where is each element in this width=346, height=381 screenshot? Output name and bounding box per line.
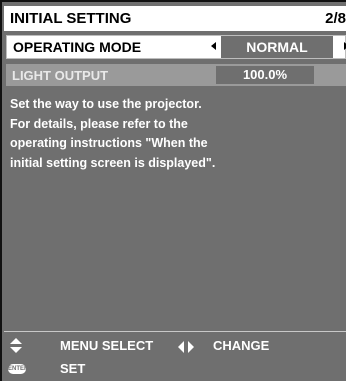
light-output-label: LIGHT OUTPUT	[12, 68, 109, 83]
change-label: CHANGE	[213, 338, 270, 353]
footer-divider	[4, 331, 346, 332]
description-line: operating instructions "When the	[10, 136, 208, 150]
set-label: SET	[60, 361, 86, 376]
initial-setting-panel: INITIAL SETTING 2/8 OPERATING MODE NORMA…	[0, 0, 346, 381]
description-line: Set the way to use the projector.	[10, 97, 202, 111]
enter-button-icon: ENTER	[8, 364, 29, 374]
description-text: Set the way to use the projector. For de…	[10, 95, 340, 173]
menu-select-label: MENU SELECT	[60, 338, 154, 353]
footer-nav-row: MENU SELECT CHANGE	[8, 337, 338, 355]
description-line: For details, please refer to the	[10, 116, 188, 131]
light-output-row: LIGHT OUTPUT 100.0%	[6, 64, 346, 86]
title-bar: INITIAL SETTING 2/8	[4, 6, 346, 31]
up-down-arrows-icon	[8, 337, 22, 355]
operating-mode-label: OPERATING MODE	[13, 39, 142, 55]
description-line: initial setting screen is displayed".	[10, 155, 216, 170]
left-right-arrows-icon	[178, 339, 198, 353]
page-title: INITIAL SETTING	[10, 10, 132, 27]
page-indicator: 2/8	[325, 10, 346, 27]
arrow-left-icon[interactable]	[211, 42, 216, 50]
operating-mode-value: NORMAL	[221, 36, 333, 58]
footer-set-row: ENTER SET	[8, 360, 208, 378]
light-output-value: 100.0%	[216, 66, 314, 84]
operating-mode-row[interactable]: OPERATING MODE NORMAL	[6, 35, 346, 59]
operating-mode-selector[interactable]: NORMAL	[211, 36, 346, 58]
